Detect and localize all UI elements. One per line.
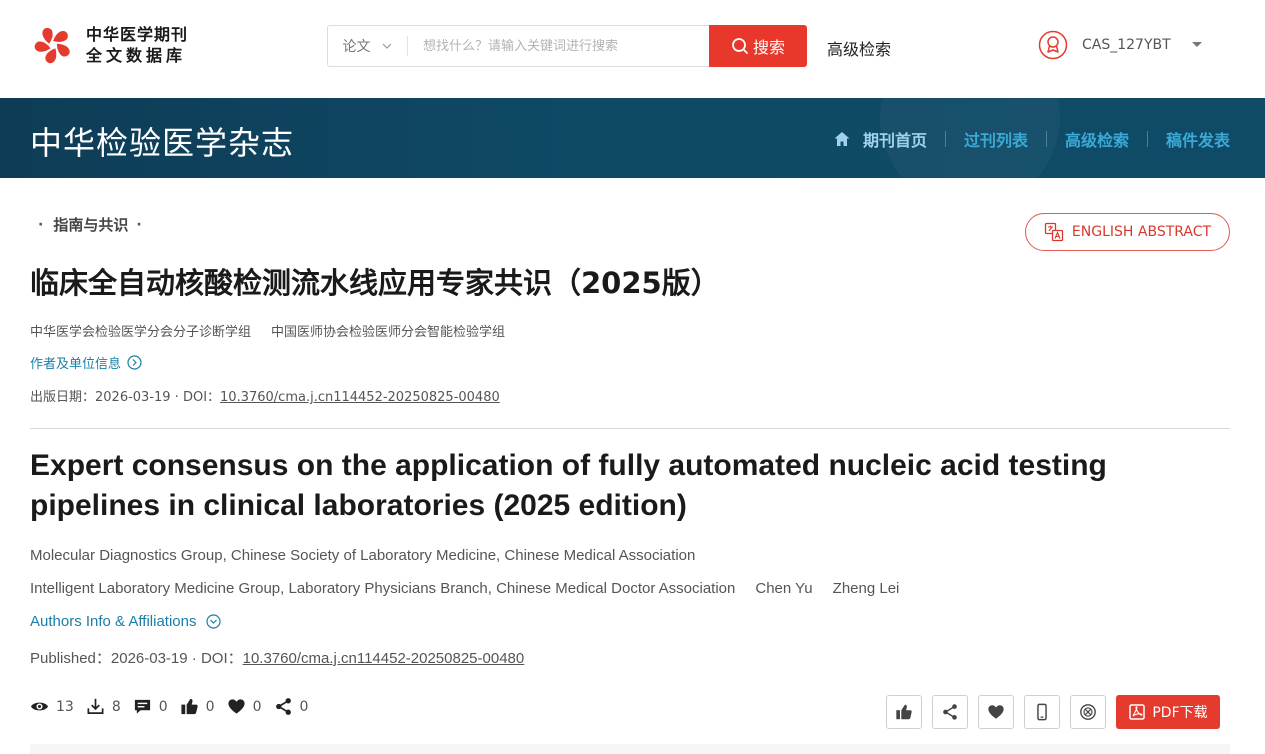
doi-link[interactable]: 10.3760/cma.j.cn114452-20250825-00480 bbox=[220, 390, 500, 405]
advanced-search-link[interactable]: 高级检索 bbox=[827, 36, 891, 60]
search-button-label: 搜索 bbox=[752, 38, 785, 57]
publication-info-cn: 出版日期：2026-03-19 · DOI：10.3760/cma.j.cn11… bbox=[30, 386, 500, 405]
pub-date-label: 出版日期：2026-03-19 · DOI： bbox=[30, 390, 221, 405]
thumbs-up-icon bbox=[896, 704, 912, 720]
mobile-view-button[interactable] bbox=[1024, 695, 1060, 729]
favorites-count: 0 bbox=[252, 698, 262, 715]
stat-favorites: 0 bbox=[227, 697, 262, 716]
logo-line-1: 中华医学期刊 bbox=[86, 25, 189, 44]
block-button[interactable] bbox=[1070, 695, 1106, 729]
stat-shares: 0 bbox=[274, 697, 309, 716]
author-name[interactable]: Zheng Lei bbox=[833, 580, 900, 597]
chevron-right-circle-icon bbox=[127, 355, 142, 370]
search-input[interactable] bbox=[408, 38, 709, 54]
search-bar: 论文 搜索 bbox=[327, 25, 807, 67]
author-list-cn: 中华医学会检验医学分会分子诊断学组 中国医师协会检验医师分会智能检验学组 bbox=[30, 321, 505, 340]
downloads-count: 8 bbox=[111, 698, 121, 715]
favorite-button[interactable] bbox=[978, 695, 1014, 729]
chevron-down-circle-icon bbox=[205, 614, 221, 629]
section-label: 指南与共识 bbox=[53, 216, 129, 234]
english-abstract-label: ENGLISH ABSTRACT bbox=[1071, 224, 1212, 240]
thumbs-up-icon bbox=[181, 698, 198, 715]
pdf-download-button[interactable]: PDF下载 bbox=[1116, 695, 1220, 729]
author-name[interactable]: Chen Yu bbox=[755, 580, 812, 597]
shares-count: 0 bbox=[299, 698, 309, 715]
author-group[interactable]: Molecular Diagnostics Group, Chinese Soc… bbox=[30, 547, 695, 564]
nav-journal-home[interactable]: 期刊首页 bbox=[833, 127, 927, 151]
nav-divider bbox=[1146, 131, 1148, 147]
user-menu[interactable]: CAS_127YBT bbox=[1038, 30, 1203, 60]
article-stats: 13 8 0 0 0 0 bbox=[30, 697, 320, 716]
stat-likes: 0 bbox=[180, 697, 215, 716]
author-info-link-cn[interactable]: 作者及单位信息 bbox=[30, 353, 142, 372]
stat-downloads: 8 bbox=[86, 697, 121, 716]
nav-past-issues[interactable]: 过刊列表 bbox=[964, 127, 1028, 151]
like-button[interactable] bbox=[886, 695, 922, 729]
download-icon bbox=[87, 698, 104, 715]
share-button[interactable] bbox=[932, 695, 968, 729]
logo-line-2: 全文数据库 bbox=[86, 46, 187, 65]
journal-nav: 期刊首页 过刊列表 高级检索 稿件发表 bbox=[833, 127, 1230, 151]
bullet-dot: · bbox=[136, 216, 142, 233]
pdf-icon bbox=[1129, 704, 1146, 720]
nav-divider bbox=[944, 131, 946, 147]
section-tag: · 指南与共识 · bbox=[38, 214, 150, 235]
heart-icon bbox=[988, 705, 1004, 719]
eye-icon bbox=[30, 702, 49, 711]
author-info-label: Authors Info & Affiliations bbox=[30, 613, 197, 630]
author-info-label: 作者及单位信息 bbox=[30, 357, 122, 372]
nav-label: 期刊首页 bbox=[862, 131, 927, 150]
article-title-en: Expert consensus on the application of f… bbox=[30, 449, 1107, 522]
nav-advanced-search[interactable]: 高级检索 bbox=[1065, 127, 1129, 151]
search-icon bbox=[732, 38, 748, 54]
english-abstract-button[interactable]: ENGLISH ABSTRACT bbox=[1025, 213, 1230, 251]
comment-icon bbox=[134, 699, 150, 714]
top-header: 中华医学期刊 全文数据库 论文 搜索 高级检索 CAS_127YBT bbox=[0, 0, 1265, 98]
pdf-download-label: PDF下载 bbox=[1152, 705, 1208, 721]
nav-submission[interactable]: 稿件发表 bbox=[1166, 127, 1230, 151]
author-info-link-en[interactable]: Authors Info & Affiliations bbox=[30, 613, 221, 630]
username: CAS_127YBT bbox=[1082, 37, 1171, 53]
mobile-icon bbox=[1037, 703, 1047, 721]
share-icon bbox=[943, 704, 957, 720]
comments-count: 0 bbox=[158, 698, 168, 715]
journal-title[interactable]: 中华检验医学杂志 bbox=[30, 118, 294, 164]
article-title-cn: 临床全自动核酸检测流水线应用专家共识（2025版） bbox=[30, 266, 720, 300]
pub-date-label: Published：2026-03-19 · DOI： bbox=[30, 650, 243, 667]
author-group[interactable]: 中国医师协会检验医师分会智能检验学组 bbox=[271, 321, 505, 340]
chevron-down-icon bbox=[382, 43, 391, 49]
caret-down-icon bbox=[1191, 42, 1202, 47]
views-count: 13 bbox=[56, 698, 74, 715]
heart-icon bbox=[228, 699, 245, 714]
author-list-en-2: Intelligent Laboratory Medicine Group, L… bbox=[30, 580, 899, 597]
site-logo[interactable]: 中华医学期刊 全文数据库 bbox=[30, 22, 188, 68]
user-badge-icon bbox=[1038, 30, 1068, 60]
translate-icon bbox=[1044, 222, 1064, 242]
search-button[interactable]: 搜索 bbox=[709, 25, 807, 67]
logo-text: 中华医学期刊 全文数据库 bbox=[86, 24, 188, 66]
stat-comments: 0 bbox=[133, 697, 168, 716]
stat-views: 13 bbox=[30, 697, 74, 716]
likes-count: 0 bbox=[205, 698, 215, 715]
block-icon bbox=[1080, 704, 1096, 720]
author-group[interactable]: 中华医学会检验医学分会分子诊断学组 bbox=[30, 321, 251, 340]
flower-logo-icon bbox=[34, 27, 70, 64]
search-type-label: 论文 bbox=[342, 39, 371, 55]
doi-link[interactable]: 10.3760/cma.j.cn114452-20250825-00480 bbox=[243, 650, 525, 667]
section-divider bbox=[30, 428, 1230, 429]
journal-banner: 中华检验医学杂志 期刊首页 过刊列表 高级检索 稿件发表 bbox=[0, 98, 1265, 178]
search-type-select[interactable]: 论文 bbox=[328, 36, 408, 56]
share-icon bbox=[275, 698, 291, 715]
publication-info-en: Published：2026-03-19 · DOI：10.3760/cma.j… bbox=[30, 647, 524, 668]
search-box: 论文 bbox=[327, 25, 709, 67]
article-actions: PDF下载 bbox=[886, 695, 1220, 729]
content-strip bbox=[30, 744, 1230, 754]
home-icon bbox=[834, 132, 850, 146]
nav-divider bbox=[1045, 131, 1047, 147]
bullet-dot: · bbox=[38, 216, 44, 233]
author-group[interactable]: Intelligent Laboratory Medicine Group, L… bbox=[30, 580, 735, 597]
author-list-en-1: Molecular Diagnostics Group, Chinese Soc… bbox=[30, 547, 695, 564]
